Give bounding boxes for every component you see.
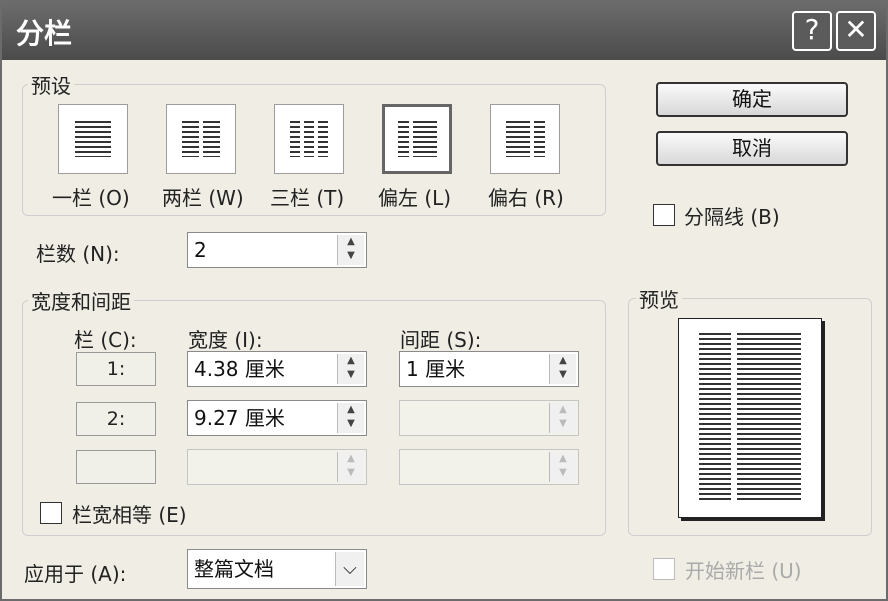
presets-legend: 预设	[28, 70, 74, 99]
ok-button[interactable]: 确定	[656, 82, 848, 117]
preset-three-columns[interactable]	[274, 104, 344, 174]
spacing-input-1[interactable]: 1 厘米 ▲ ▼	[399, 351, 579, 387]
width-input-1[interactable]: 4.38 厘米 ▲ ▼	[187, 351, 367, 387]
preview-column-right	[737, 333, 801, 503]
numcols-spinner[interactable]: ▲ ▼	[337, 235, 364, 265]
spacing-spinner-2: ▲ ▼	[549, 403, 576, 433]
width-spinner-2[interactable]: ▲ ▼	[337, 403, 364, 433]
col-number-2: 2:	[76, 402, 156, 436]
width-spinner-1[interactable]: ▲ ▼	[337, 354, 364, 384]
preview-legend: 预览	[636, 284, 682, 313]
dialog-title: 分栏	[16, 17, 73, 50]
spacing-header: 间距 (S):	[400, 328, 482, 352]
spacing-input-3: ▲ ▼	[399, 449, 579, 485]
title-bar: 分栏 ? ✕	[2, 2, 886, 60]
new-column-checkbox	[653, 558, 675, 580]
preset-right[interactable]	[490, 104, 560, 174]
equal-width-label: 栏宽相等 (E)	[72, 503, 187, 527]
two-columns-icon	[182, 121, 199, 157]
one-column-icon	[75, 121, 111, 157]
preset-one-label: 一栏 (O)	[52, 186, 130, 210]
preview-column-left	[699, 333, 731, 503]
separator-checkbox[interactable]	[653, 204, 675, 226]
three-columns-icon	[290, 121, 300, 157]
preset-left-label: 偏左 (L)	[378, 186, 452, 210]
spacing-spinner-3: ▲ ▼	[549, 452, 576, 482]
preset-two-label: 两栏 (W)	[162, 186, 244, 210]
cancel-button[interactable]: 取消	[656, 131, 848, 166]
preset-three-label: 三栏 (T)	[270, 186, 345, 210]
col-number-1: 1:	[76, 352, 156, 386]
help-button[interactable]: ?	[792, 11, 832, 51]
preset-left[interactable]	[382, 104, 452, 174]
preset-two-columns[interactable]	[166, 104, 236, 174]
column-dialog: 分栏 ? ✕ 预设 一栏 (O) 两栏 (W) 三栏 (T) 偏左 (L) 偏右…	[0, 0, 888, 601]
equal-width-checkbox[interactable]	[40, 502, 62, 524]
preset-right-label: 偏右 (R)	[488, 186, 564, 210]
chevron-down-icon[interactable]: ⌵	[335, 552, 364, 586]
preview-page	[678, 318, 822, 518]
col-header: 栏 (C):	[74, 328, 137, 352]
spacing-input-2: ▲ ▼	[399, 400, 579, 436]
width-spacing-legend: 宽度和间距	[28, 286, 134, 315]
spacing-spinner-1[interactable]: ▲ ▼	[549, 354, 576, 384]
col-number-3	[76, 450, 156, 484]
new-column-label: 开始新栏 (U)	[685, 559, 802, 583]
width-header: 宽度 (I):	[188, 328, 263, 352]
right-column-icon	[506, 121, 530, 157]
width-input-3: ▲ ▼	[187, 449, 367, 485]
width-input-2[interactable]: 9.27 厘米 ▲ ▼	[187, 400, 367, 436]
numcols-label: 栏数 (N):	[36, 242, 120, 266]
preset-one-column[interactable]	[58, 104, 128, 174]
numcols-input[interactable]: 2 ▲ ▼	[187, 232, 367, 268]
width-spinner-3: ▲ ▼	[337, 452, 364, 482]
apply-to-select[interactable]: 整篇文档 ⌵	[187, 549, 367, 589]
left-column-icon	[398, 121, 409, 157]
close-button[interactable]: ✕	[836, 11, 876, 51]
separator-label: 分隔线 (B)	[684, 205, 780, 229]
apply-to-label: 应用于 (A):	[24, 562, 127, 586]
